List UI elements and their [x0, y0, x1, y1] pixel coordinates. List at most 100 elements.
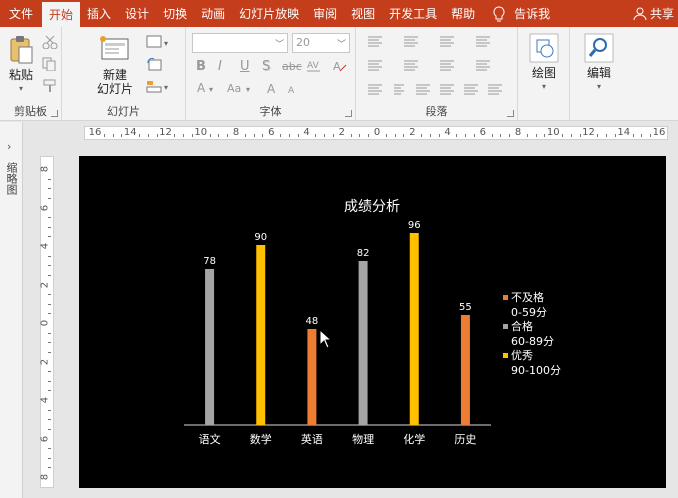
legend-name-2: 优秀: [511, 349, 533, 362]
thumbnail-pane: › 缩略图: [0, 122, 23, 498]
legend-range-2: 90-100分: [511, 364, 561, 377]
new-slide-button[interactable]: 新建 幻灯片: [92, 35, 138, 96]
ruler-label: 10: [546, 127, 560, 138]
tab-1[interactable]: 开始: [42, 2, 81, 27]
text-direction-icon[interactable]: [438, 59, 454, 73]
tab-6[interactable]: 幻灯片放映: [232, 0, 306, 27]
ruler-tick: [139, 134, 141, 137]
editing-button[interactable]: 编辑 ▾: [580, 33, 618, 94]
font-dialog-launcher[interactable]: [345, 110, 352, 117]
decrease-indent-icon[interactable]: [366, 59, 382, 73]
bar-0[interactable]: [205, 269, 215, 425]
share-label: 共享: [649, 7, 674, 21]
align-left-icon[interactable]: [366, 83, 382, 97]
ruler-tick: [570, 134, 572, 137]
copy-icon[interactable]: [42, 57, 58, 71]
font-name-combo[interactable]: ﹀: [192, 33, 288, 53]
ruler-tick: [48, 274, 51, 276]
underline-button[interactable]: U: [240, 59, 250, 74]
convert-smartart-icon[interactable]: [486, 83, 502, 97]
ruler-tick: [48, 457, 51, 459]
tell-me-search[interactable]: 告诉我: [486, 0, 556, 27]
bar-3[interactable]: [358, 261, 368, 425]
ruler-label: 14: [617, 127, 631, 138]
align-right-icon[interactable]: [414, 83, 430, 97]
paste-button[interactable]: 粘贴 ▾: [6, 35, 36, 96]
tab-2[interactable]: 插入: [80, 0, 118, 27]
tab-7[interactable]: 审阅: [306, 0, 344, 27]
ruler-tick: [209, 134, 211, 137]
align-text-icon[interactable]: [474, 59, 490, 73]
line-spacing-icon[interactable]: [438, 35, 454, 49]
character-spacing-icon[interactable]: AV: [306, 59, 330, 73]
shrink-font-icon[interactable]: A: [286, 81, 302, 95]
layout-icon[interactable]: ▾: [146, 35, 172, 49]
bold-button[interactable]: B: [196, 59, 206, 74]
reset-icon[interactable]: [146, 57, 162, 71]
paragraph-dialog-launcher[interactable]: [507, 110, 514, 117]
align-center-icon[interactable]: [390, 83, 406, 97]
ruler-tick: [227, 134, 229, 137]
justify-icon[interactable]: [438, 83, 454, 97]
slide-canvas[interactable]: 成绩分析 78 语文 90 数学 48 英语 82 物理 96 化学 55 历史 不及格 0-59分 合格 60…: [79, 156, 666, 488]
tab-8[interactable]: 视图: [344, 0, 382, 27]
change-case-icon[interactable]: Aa ▾: [226, 81, 256, 95]
ruler-tick: [48, 428, 51, 430]
shadow-button[interactable]: S: [262, 59, 270, 74]
numbering-icon[interactable]: [402, 35, 418, 49]
clipboard-dialog-launcher[interactable]: [51, 110, 58, 117]
tab-3[interactable]: 设计: [118, 0, 156, 27]
tab-10[interactable]: 帮助: [444, 0, 482, 27]
tab-4[interactable]: 切换: [156, 0, 194, 27]
bar-5[interactable]: [460, 315, 470, 425]
ruler-label: 2: [39, 281, 51, 288]
ruler-tick: [394, 134, 396, 137]
ruler-tick: [48, 409, 51, 411]
increase-indent-icon[interactable]: [402, 59, 418, 73]
clear-format-icon[interactable]: A: [332, 59, 348, 73]
section-icon[interactable]: ▾: [146, 79, 172, 93]
ruler-label: 6: [268, 127, 275, 138]
format-painter-icon[interactable]: [42, 79, 58, 93]
ruler-tick: [48, 178, 51, 180]
cut-icon[interactable]: [42, 35, 58, 49]
ruler-tick: [48, 265, 51, 267]
ruler-tick: [429, 134, 431, 137]
ruler-tick: [509, 134, 511, 137]
expand-pane-icon[interactable]: ›: [7, 140, 11, 153]
ruler-tick: [48, 303, 51, 305]
category-label-5: 历史: [454, 433, 476, 446]
svg-text:A: A: [197, 81, 206, 95]
bullets-icon[interactable]: [366, 35, 382, 49]
distribute-icon[interactable]: [462, 83, 478, 97]
ruler-tick: [526, 134, 528, 137]
lightbulb-icon: [493, 5, 505, 21]
bar-1[interactable]: [256, 245, 266, 425]
paragraph-group-label: 段落: [425, 105, 448, 118]
find-icon: [584, 33, 614, 63]
bar-chart[interactable]: 成绩分析 78 语文 90 数学 48 英语 82 物理 96 化学 55 历史 不及格 0-59分合格 60…: [79, 156, 666, 488]
ruler-tick: [632, 134, 634, 137]
ruler-tick: [121, 134, 123, 137]
tab-5[interactable]: 动画: [194, 0, 232, 27]
columns-icon[interactable]: [474, 35, 490, 49]
share-button[interactable]: 共享: [633, 0, 674, 27]
ruler-tick: [544, 134, 546, 137]
bar-2[interactable]: [307, 329, 317, 425]
tab-9[interactable]: 开发工具: [382, 0, 444, 27]
bar-4[interactable]: [409, 233, 419, 425]
svg-text:▾: ▾: [164, 83, 168, 92]
ruler-tick: [48, 313, 51, 315]
font-size-combo[interactable]: 20 ﹀: [292, 33, 350, 53]
ruler-tick: [606, 134, 608, 137]
italic-button[interactable]: I: [218, 59, 222, 74]
grow-font-icon[interactable]: A: [266, 81, 282, 95]
ruler-tick: [350, 134, 352, 137]
tab-0[interactable]: 文件: [0, 0, 42, 27]
strikethrough-button[interactable]: abc: [282, 60, 302, 73]
drawing-button[interactable]: 绘图 ▾: [526, 33, 562, 94]
ruler-tick: [650, 134, 652, 137]
svg-text:Aa: Aa: [227, 82, 241, 95]
font-color-icon[interactable]: A ▾: [196, 81, 220, 95]
ruler-tick: [147, 134, 149, 137]
